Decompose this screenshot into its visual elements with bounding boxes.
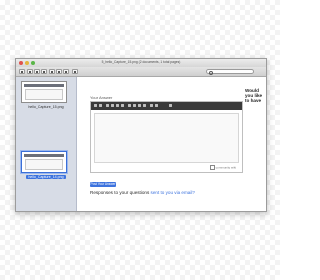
thumbnail-preview-bar <box>24 84 64 87</box>
bold-icon[interactable] <box>94 104 97 107</box>
italic-icon[interactable] <box>99 104 102 107</box>
sidebar-icon <box>21 71 23 73</box>
markup-icon <box>58 71 60 73</box>
markup-button[interactable] <box>56 69 62 74</box>
email-responses-link[interactable]: sent to you via email? <box>151 190 195 195</box>
document-view: Would you like to have Your Answer commu… <box>77 77 266 211</box>
answer-textarea[interactable] <box>94 113 239 163</box>
toolbar <box>16 67 266 77</box>
window-title: 5_hello_Capture_15.png (2 documents, 1 t… <box>101 60 181 64</box>
redo-icon[interactable] <box>155 104 158 107</box>
editor-toolbar <box>91 102 242 110</box>
zoom-out-button[interactable] <box>27 69 33 74</box>
search-field[interactable] <box>206 69 254 75</box>
numbered-list-icon[interactable] <box>128 104 131 107</box>
edit-button[interactable] <box>72 69 78 74</box>
quote-icon[interactable] <box>111 104 114 107</box>
preview-window: 5_hello_Capture_15.png (2 documents, 1 t… <box>15 58 267 212</box>
thumbnail-1-label-text: hello_Capture_15.png <box>28 105 64 109</box>
zoom-out-icon <box>29 71 31 73</box>
thumbnail-preview-body <box>25 89 63 100</box>
annotate-button[interactable] <box>63 69 69 74</box>
thumbnail-1[interactable] <box>21 81 67 103</box>
responses-line: Responses to your questions sent to you … <box>90 190 195 195</box>
thumbnail-1-label[interactable]: hello_Capture_15.png <box>16 105 76 109</box>
thumbnail-2-label-text: hello_Capture_14.png <box>26 175 66 179</box>
thumbnail-preview-bar <box>24 154 64 157</box>
image-icon[interactable] <box>121 104 124 107</box>
zoom-in-icon <box>36 71 38 73</box>
heading-icon[interactable] <box>138 104 141 107</box>
horizontal-rule-icon[interactable] <box>143 104 146 107</box>
checkbox-box[interactable] <box>209 165 215 170</box>
answer-label: Your Answer <box>90 95 113 100</box>
community-wiki-label: community wiki <box>215 165 236 170</box>
help-icon[interactable] <box>169 104 172 107</box>
code-icon[interactable] <box>116 104 119 107</box>
search-icon <box>209 71 213 75</box>
community-wiki-checkbox[interactable]: community wiki <box>209 165 236 170</box>
edit-icon <box>74 71 76 73</box>
thumbnail-2[interactable] <box>21 151 67 173</box>
zoom-in-button[interactable] <box>34 69 40 74</box>
link-icon[interactable] <box>106 104 109 107</box>
undo-icon[interactable] <box>150 104 153 107</box>
side-question-text: Would you like to have <box>245 88 263 104</box>
bulleted-list-icon[interactable] <box>133 104 136 107</box>
responses-text: Responses to your questions <box>90 190 151 195</box>
post-answer-button[interactable]: Post Your Answer <box>90 182 116 187</box>
thumbnail-preview-body <box>25 159 63 170</box>
sidebar-toggle-button[interactable] <box>19 69 25 74</box>
answer-editor: community wiki <box>90 101 243 173</box>
thumbnail-2-label[interactable]: hello_Capture_14.png <box>16 175 76 179</box>
pen-icon <box>65 71 67 73</box>
share-icon <box>43 71 45 73</box>
rotate-button[interactable] <box>49 69 55 74</box>
rotate-icon <box>51 71 53 73</box>
thumbnail-sidebar: hello_Capture_15.png hello_Capture_14.pn… <box>16 77 77 211</box>
share-button[interactable] <box>41 69 47 74</box>
